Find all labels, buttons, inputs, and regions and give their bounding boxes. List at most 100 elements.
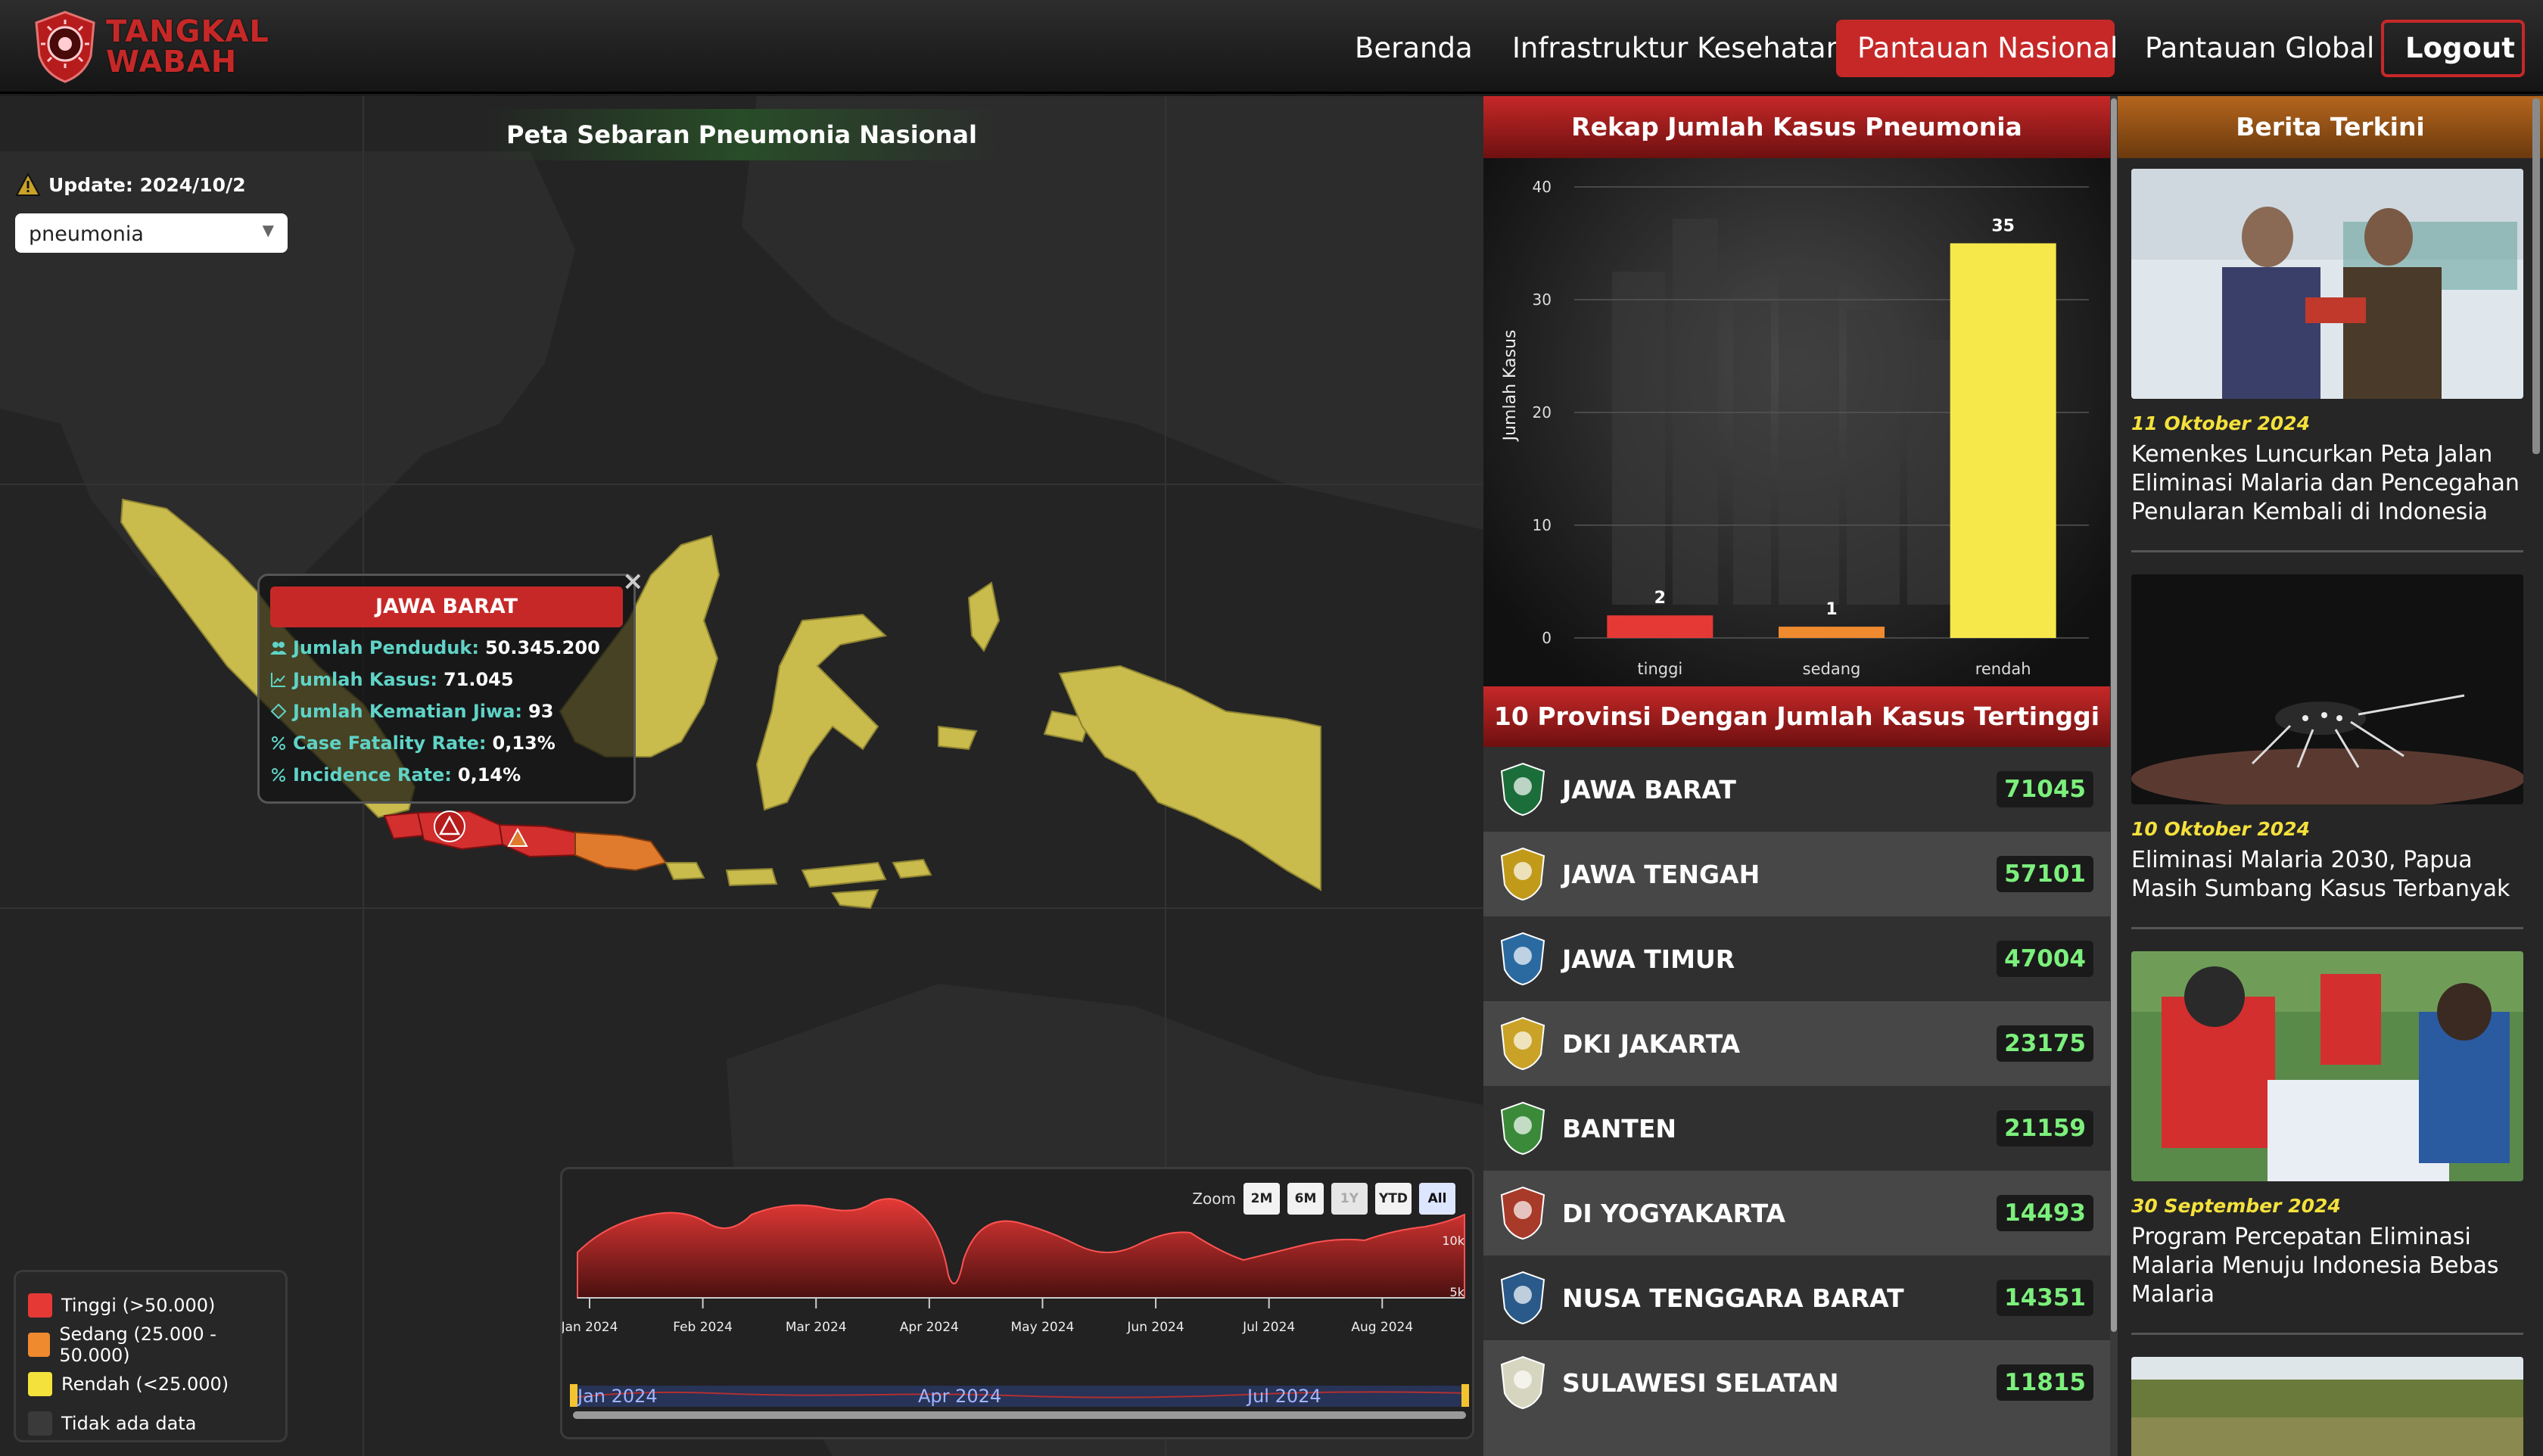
rekap-bar-sedang[interactable] (1779, 627, 1885, 638)
zoom-2m-button[interactable]: 2M (1243, 1183, 1280, 1215)
navigator-right-handle[interactable] (1461, 1384, 1469, 1407)
legend-swatch (28, 1293, 52, 1318)
province-name: BANTEN (1562, 1113, 1676, 1143)
nav-pantauan-nasional[interactable]: Pantauan Nasional (1836, 20, 2118, 77)
city-skyline (1612, 219, 1953, 605)
news-headline[interactable]: Kemenkes Luncurkan Peta Jalan Eliminasi … (2131, 440, 2523, 527)
province-row[interactable]: NUSA TENGGARA BARAT 14351 (1483, 1255, 2110, 1340)
popup-row-kematian: Jumlah Kematian Jiwa: 93 (270, 700, 623, 723)
percent-icon (272, 768, 285, 782)
region-papua[interactable] (1058, 664, 1321, 891)
close-icon[interactable]: × (622, 566, 644, 596)
legend-swatch (28, 1333, 51, 1357)
timeline-x-label: Apr 2024 (900, 1320, 959, 1335)
news-image[interactable] (2131, 951, 2523, 1181)
map-panel[interactable]: Peta Sebaran Pneumonia Nasional Update: … (0, 96, 1483, 1456)
region-sulawesi[interactable] (755, 613, 888, 811)
rekap-bar-value-label: 2 (1654, 589, 1666, 608)
province-emblem-icon (1500, 1271, 1545, 1325)
province-row[interactable]: JAWA TENGAH 57101 (1483, 832, 2110, 916)
rekap-y-tick: 10 (1533, 516, 1552, 534)
rekap-chart-area: 0 10 20 30 40 Jumlah Kasus 2 tinggi 1 sedang 35 r… (1483, 158, 2110, 686)
news-date: 30 September 2024 (2131, 1195, 2341, 1217)
news-headline[interactable]: Eliminasi Malaria 2030, Papua Masih Sumb… (2131, 846, 2523, 904)
timeline-x-label: Jun 2024 (1126, 1320, 1184, 1335)
popup-row-penduduk: Jumlah Penduduk: 50.345.200 (270, 636, 623, 659)
nav-infrastruktur-kesehatan[interactable]: Infrastruktur Kesehatan (1491, 20, 1865, 77)
legend-item: Rendah (<25.000) (28, 1364, 273, 1404)
province-emblem-icon (1500, 847, 1545, 901)
province-case-count: 14493 (1997, 1195, 2093, 1231)
news-image[interactable] (2131, 1357, 2523, 1456)
news-card[interactable]: 30 September 2024 Program Percepatan Eli… (2131, 951, 2523, 1309)
popup-label: Jumlah Kasus: (293, 669, 437, 690)
navigator-left-handle[interactable] (570, 1384, 577, 1407)
province-row[interactable]: BANTEN 21159 (1483, 1086, 2110, 1171)
province-row[interactable]: DI YOGYAKARTA 14493 (1483, 1171, 2110, 1255)
rekap-bar-rendah[interactable] (1950, 243, 2056, 639)
popup-title: JAWA BARAT (270, 586, 623, 627)
shield-logo-icon[interactable] (27, 9, 103, 85)
news-date: 11 Oktober 2024 (2131, 412, 2310, 434)
timeline-navigator[interactable]: Jan 2024 Apr 2024 Jul 2024 (570, 1384, 1469, 1419)
province-row[interactable]: SULAWESI SELATAN 11815 (1483, 1340, 2110, 1425)
news-divider (2131, 1333, 2523, 1335)
nav-beranda[interactable]: Beranda (1334, 20, 1494, 77)
province-name: NUSA TENGGARA BARAT (1562, 1283, 1904, 1313)
legend-label: Sedang (25.000 - 50.000) (59, 1324, 216, 1366)
news-scrollbar-thumb[interactable] (2532, 98, 2540, 454)
nav-pantauan-global[interactable]: Pantauan Global (2124, 20, 2395, 77)
top-provinces-panel: 10 Provinsi Dengan Jumlah Kasus Tertingg… (1483, 686, 2110, 1456)
timeline-chart[interactable]: 10k 5k Jan 2024 Feb 2024 Mar 2024 Apr 2024 M… (560, 1167, 1474, 1439)
logout-button[interactable]: Logout (2381, 20, 2525, 77)
rekap-bar-tinggi[interactable] (1607, 615, 1713, 638)
disease-select-value: pneumonia (29, 222, 144, 246)
timeline-y-label: 10k (1442, 1234, 1464, 1248)
region-maluku[interactable] (938, 581, 1091, 751)
news-card[interactable]: 10 Oktober 2024 Eliminasi Malaria 2030, … (2131, 574, 2523, 904)
news-card[interactable]: 11 Oktober 2024 Kemenkes Luncurkan Peta … (2131, 169, 2523, 527)
province-row[interactable] (1483, 1425, 2110, 1456)
province-emblem-icon (1500, 1186, 1545, 1240)
navigator-label: Jan 2024 (576, 1386, 658, 1407)
zoom-6m-button[interactable]: 6M (1287, 1183, 1324, 1215)
brand-line-2: WABAH (106, 45, 238, 79)
legend-item: Sedang (25.000 - 50.000) (28, 1324, 273, 1366)
rekap-category-label: rendah (1975, 660, 2031, 678)
legend-item: Tidak ada data (28, 1404, 273, 1443)
percent-icon (272, 736, 285, 750)
alert-marker-icon[interactable] (434, 810, 465, 842)
province-name: DI YOGYAKARTA (1562, 1198, 1786, 1228)
province-scrollbar-thumb[interactable] (2111, 98, 2117, 1332)
rekap-panel: Rekap Jumlah Kasus Pneumonia 0 10 20 30 40 J… (1483, 96, 2110, 686)
news-image[interactable] (2131, 169, 2523, 399)
top-navbar: TANGKAL WABAH Beranda Infrastruktur Kese… (0, 0, 2543, 94)
province-case-count: 11815 (1997, 1364, 2093, 1401)
region-jawa-timur[interactable] (574, 831, 668, 872)
legend-item: Tinggi (>50.000) (28, 1286, 273, 1325)
news-date: 10 Oktober 2024 (2131, 818, 2310, 840)
popup-label: Incidence Rate: (293, 764, 452, 786)
popup-row-cfr: Case Fatality Rate: 0,13% (270, 732, 623, 754)
legend-label: Rendah (<25.000) (61, 1374, 229, 1395)
rekap-y-tick: 30 (1533, 291, 1552, 309)
news-image[interactable] (2131, 574, 2523, 804)
navigator-scrollbar[interactable] (573, 1411, 1466, 1419)
navigator-label: Apr 2024 (918, 1386, 1001, 1407)
province-popup: JAWA BARAT Jumlah Penduduk: 50.345.200 J… (257, 574, 636, 804)
province-row[interactable]: JAWA BARAT 71045 (1483, 747, 2110, 832)
zoom-all-button[interactable]: All (1419, 1183, 1455, 1215)
news-headline[interactable]: Program Percepatan Eliminasi Malaria Men… (2131, 1223, 2523, 1309)
province-row[interactable]: DKI JAKARTA 23175 (1483, 1001, 2110, 1086)
rekap-bar-value-label: 35 (1991, 217, 2015, 236)
province-name: SULAWESI SELATAN (1562, 1367, 1839, 1398)
legend-label: Tidak ada data (61, 1413, 197, 1434)
region-nusa-tenggara[interactable] (665, 858, 932, 910)
zoom-ytd-button[interactable]: YTD (1375, 1183, 1412, 1215)
news-divider (2131, 927, 2523, 929)
province-row[interactable]: JAWA TIMUR 47004 (1483, 916, 2110, 1001)
popup-label: Jumlah Penduduk: (293, 637, 479, 658)
zoom-1y-button[interactable]: 1Y (1331, 1183, 1368, 1215)
disease-select[interactable]: pneumonia ▼ (15, 213, 288, 253)
news-card[interactable] (2131, 1357, 2523, 1456)
